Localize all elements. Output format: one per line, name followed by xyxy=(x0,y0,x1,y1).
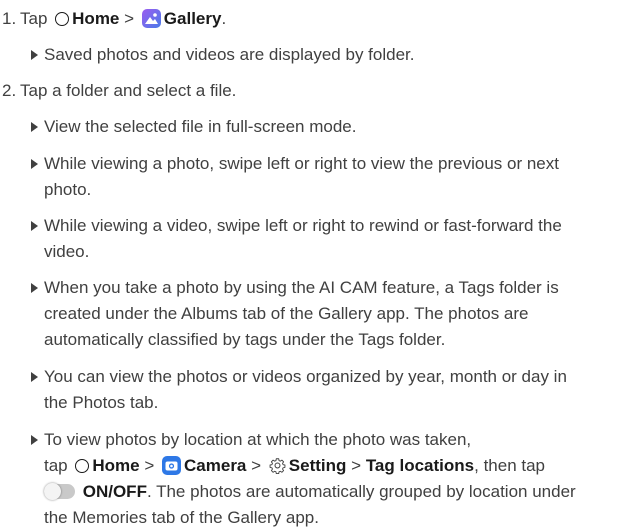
bullet-icon xyxy=(31,50,38,60)
home-label: Home xyxy=(92,456,140,475)
setting-label: Setting xyxy=(288,456,347,475)
bullet-icon xyxy=(31,159,38,169)
bullet-text-cont: created under the Albums tab of the Gall… xyxy=(44,304,529,323)
bullet-text: While viewing a photo, swipe left or rig… xyxy=(44,154,559,173)
tag-locations-label: Tag locations xyxy=(365,456,475,475)
camera-app-icon xyxy=(162,456,182,475)
camera-label: Camera xyxy=(184,456,247,475)
separator: > xyxy=(124,9,135,28)
home-label: Home xyxy=(72,9,120,28)
bullet-text: View the selected file in full-screen mo… xyxy=(44,117,357,136)
bullet-text-cont: the Photos tab. xyxy=(44,393,159,412)
toggle-switch-icon xyxy=(44,483,75,500)
gear-icon xyxy=(269,458,286,475)
bullet-text: When you take a photo by using the AI CA… xyxy=(44,278,559,297)
bullet-text: You can view the photos or videos organi… xyxy=(44,367,567,386)
bullet-text-cont: video. xyxy=(44,242,90,261)
bullet-text: To view photos by location at which the … xyxy=(44,430,472,449)
bullet-text: Saved photos and videos are displayed by… xyxy=(44,45,415,64)
step-number: 2. xyxy=(2,81,17,100)
bullet-text-cont: automatically classified by tags under t… xyxy=(44,330,446,349)
bullet-text-cont: tap Home > Camera > Setting > Tag locati… xyxy=(44,456,546,475)
gallery-app-icon xyxy=(141,9,161,28)
onoff-label: ON/OFF xyxy=(82,482,147,501)
bullet-icon xyxy=(31,283,38,293)
step-text: Tap a folder and select a file. xyxy=(20,81,237,100)
bullet-icon xyxy=(31,435,38,445)
bullet-icon xyxy=(31,122,38,132)
bullet-text-cont: photo. xyxy=(44,180,92,199)
home-circle-icon xyxy=(75,459,90,473)
bullet-icon xyxy=(31,372,38,382)
bullet-text-cont: ON/OFF. The photos are automatically gro… xyxy=(44,482,576,502)
bullet-text-cont: the Memories tab of the Gallery app. xyxy=(44,508,319,527)
bullet-icon xyxy=(31,221,38,231)
gallery-label: Gallery xyxy=(163,9,222,28)
bullet-text: While viewing a video, swipe left or rig… xyxy=(44,216,562,235)
step-number: 1. xyxy=(2,9,17,28)
tap-word: Tap xyxy=(20,9,48,28)
home-circle-icon xyxy=(55,12,70,26)
